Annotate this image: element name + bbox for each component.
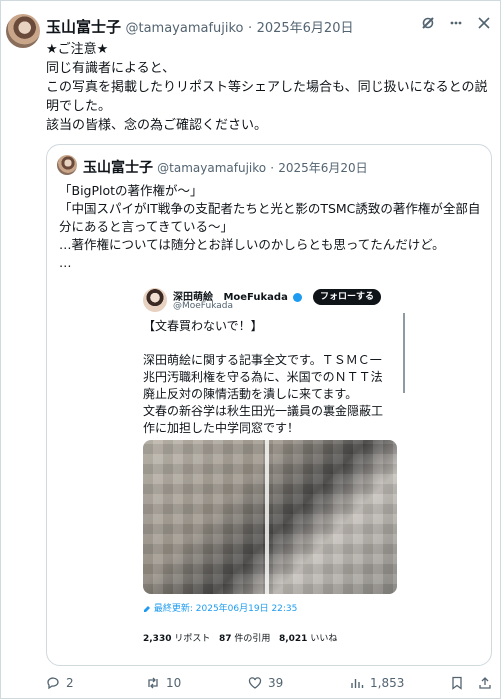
post-body-line: この写真を掲載したりリポスト等シェアした場合も、同じ扱いになるとの説明でした。 (46, 80, 488, 114)
image-divider (265, 440, 269, 594)
like-count: 39 (268, 676, 284, 690)
reply-button[interactable]: 2 (46, 676, 74, 690)
post-body-line: 同じ有識者によると、 (46, 61, 176, 76)
embedded-updated-text: 最終更新: 2025年06月19日 22:35 (153, 604, 298, 614)
embedded-updated: 最終更新: 2025年06月19日 22:35 (143, 601, 297, 614)
embedded-line: 深田萌絵に関する記事全文です。ＴＳＭＣ一兆円汚職利権を守る為に、米国でのＮＴＴ法… (143, 353, 383, 401)
quoted-post[interactable]: 玉山富士子 @tamayamafujiko · 2025年6月20日 「BigP… (46, 144, 492, 666)
reply-icon (47, 677, 59, 690)
views-icon (351, 679, 364, 688)
likes-count: 8,021 (278, 634, 308, 644)
post-header: 玉山富士子 @tamayamafujiko · 2025年6月20日 (46, 16, 353, 37)
post-body-line: 該当の皆様、念の為ご確認ください。 (46, 118, 268, 133)
more-icon[interactable] (449, 16, 463, 34)
repost-button[interactable]: 10 (146, 676, 181, 690)
post-body-line: ★ご注意★ (46, 42, 109, 57)
quote-line: 「中国スパイがIT戦争の支配者たちと光と影のTSMC誘致の著作権が全部自分にある… (59, 201, 481, 234)
quotes-count: 87 (218, 634, 232, 644)
separator: · (247, 21, 253, 36)
quote-line: …著作権については随分とお詳しいのかしらとも思ってたんだけど。 (59, 237, 445, 252)
like-button[interactable]: 39 (248, 676, 283, 690)
share-icon (479, 677, 491, 689)
share-button[interactable] (478, 676, 492, 690)
reply-count: 2 (66, 676, 74, 690)
author-name[interactable]: 玉山富士子 (46, 19, 121, 36)
embedded-text: 【文春買わないで！】 深田萌絵に関する記事全文です。ＴＳＭＣ一兆円汚職利権を守る… (143, 318, 391, 437)
edit-icon (144, 605, 150, 612)
embedded-avatar (143, 288, 167, 312)
post-date[interactable]: 2025年6月20日 (257, 21, 354, 36)
views-count: 1,853 (370, 676, 405, 690)
quote-date: 2025年6月20日 (278, 161, 368, 175)
quote-separator: · (270, 161, 275, 175)
post-body: ★ご注意★ 同じ有識者によると、 この写真を掲載したりリポスト等シェアした場合も… (46, 40, 492, 135)
reposts-count: 2,330 (143, 634, 172, 644)
embedded-author-handle: @MoeFukada (173, 301, 233, 311)
embedded-stats: 2,330 リポスト 87 件の引用 8,021 いいね (143, 631, 337, 644)
repost-icon (148, 677, 158, 689)
quote-line: … (59, 255, 72, 270)
embedded-author-name-en: MoeFukada (223, 292, 288, 303)
bookmark-button[interactable] (450, 676, 464, 690)
avatar[interactable] (6, 14, 40, 48)
follow-button: フォローする (313, 289, 381, 305)
quote-line: 「BigPlotの著作権が〜」 (59, 183, 203, 198)
reposts-label: リポスト (174, 634, 211, 644)
quote-author-handle: @tamayamafujiko (157, 161, 267, 175)
embedded-scrollbar (403, 313, 405, 393)
embedded-line: 文春の新谷学は秋生田光一議員の裏金隠蔽工作に加担した中学同窓です！ (143, 404, 384, 435)
likes-label: いいね (310, 634, 338, 644)
quotes-label: 件の引用 (234, 634, 271, 644)
embedded-image-pixelated (143, 440, 397, 594)
post-top-actions (421, 16, 491, 34)
bookmark-icon (452, 676, 462, 690)
embedded-line: 【文春買わないで！】 (143, 319, 263, 333)
grok-icon[interactable] (421, 16, 435, 34)
action-bar: 2 10 39 1,853 (46, 676, 496, 694)
like-icon (248, 677, 262, 689)
x-logo-icon[interactable] (477, 16, 491, 34)
quote-avatar (57, 155, 77, 175)
repost-count: 10 (166, 676, 182, 690)
quote-author-name: 玉山富士子 (83, 160, 153, 176)
embedded-line (143, 335, 391, 352)
author-handle[interactable]: @tamayamafujiko (125, 21, 243, 36)
verified-icon (293, 292, 303, 302)
quote-header: 玉山富士子 @tamayamafujiko · 2025年6月20日 (83, 157, 368, 177)
quote-text: 「BigPlotの著作権が〜」 「中国スパイがIT戦争の支配者たちと光と影のTS… (59, 182, 481, 272)
views-button[interactable]: 1,853 (350, 676, 404, 690)
